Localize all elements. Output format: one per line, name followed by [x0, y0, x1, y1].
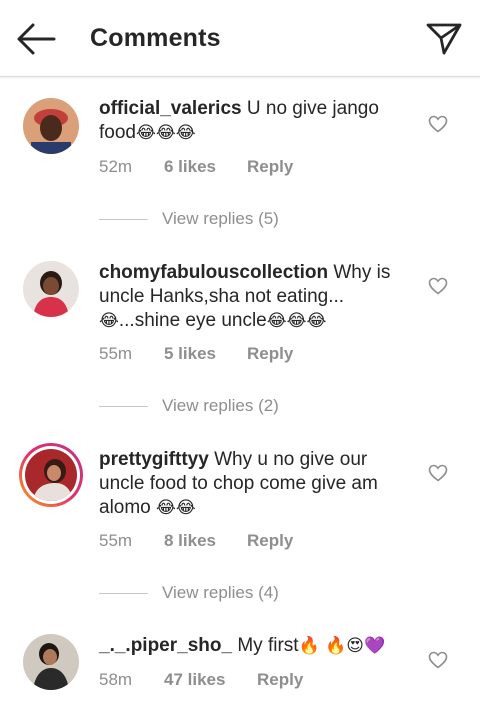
avatar[interactable] [23, 98, 79, 154]
heart-icon[interactable] [428, 115, 448, 133]
heart-icon[interactable] [428, 464, 448, 482]
comment-likes[interactable]: 5 likes [164, 344, 247, 364]
reply-button[interactable]: Reply [247, 157, 293, 177]
avatar[interactable] [23, 634, 79, 690]
view-replies-label: View replies (4) [162, 583, 279, 602]
comment-emoji: 😂 [99, 311, 119, 331]
comment-username[interactable]: _._.piper_sho_ [99, 635, 232, 656]
comment-username[interactable]: chomyfabulouscollection [99, 262, 328, 283]
avatar[interactable] [23, 261, 79, 317]
comment-meta: 58m 47 likes Reply [99, 670, 303, 690]
comment-emoji: 🔥 🔥😍💜 [298, 636, 386, 656]
view-replies-button[interactable]: View replies (4) [99, 583, 279, 603]
comment-likes[interactable]: 8 likes [164, 531, 247, 551]
view-replies-label: View replies (5) [162, 209, 279, 228]
back-button[interactable] [14, 20, 58, 58]
comment-time: 52m [99, 157, 133, 176]
comment-emoji: 😂😂 [156, 498, 196, 518]
paper-plane-icon [426, 23, 462, 55]
reply-button[interactable]: Reply [247, 531, 293, 551]
heart-icon[interactable] [428, 651, 448, 669]
comment-time: 55m [99, 531, 133, 550]
top-bar: Comments [0, 0, 480, 77]
comment-time: 55m [99, 344, 133, 363]
reply-button[interactable]: Reply [247, 344, 293, 364]
comment-emoji: 😂😂😂 [135, 123, 196, 143]
comment-text: official_valerics U no give jango food😂😂… [99, 97, 415, 145]
avatar-story-ring[interactable] [19, 443, 83, 507]
replies-divider [99, 406, 148, 408]
replies-divider [99, 219, 148, 221]
comment-text: chomyfabulouscollection Why is uncle Han… [99, 261, 415, 333]
comment-body-continued: ...shine eye uncle [118, 310, 267, 331]
replies-divider [99, 593, 148, 595]
share-button[interactable] [424, 18, 464, 58]
comment-text: _._.piper_sho_ My first🔥 🔥😍💜 [99, 634, 415, 658]
view-replies-button[interactable]: View replies (2) [99, 396, 279, 416]
comment-meta: 52m 6 likes Reply [99, 157, 293, 177]
comment-meta: 55m 8 likes Reply [99, 531, 293, 551]
comment-text: prettygifttyy Why u no give our uncle fo… [99, 448, 415, 520]
comment-username[interactable]: prettygifttyy [99, 449, 209, 470]
arrow-left-icon [17, 23, 56, 55]
comment-body: My first [232, 635, 299, 656]
reply-button[interactable]: Reply [257, 670, 303, 690]
comment-time: 58m [99, 670, 133, 689]
page-title: Comments [90, 24, 221, 52]
view-replies-button[interactable]: View replies (5) [99, 209, 279, 229]
heart-icon[interactable] [428, 277, 448, 295]
view-replies-label: View replies (2) [162, 396, 279, 415]
comment-username[interactable]: official_valerics [99, 98, 242, 119]
comment-meta: 55m 5 likes Reply [99, 344, 293, 364]
comment-emoji: 😂😂😂 [266, 311, 327, 331]
comment-likes[interactable]: 47 likes [164, 670, 257, 690]
comment-likes[interactable]: 6 likes [164, 157, 247, 177]
